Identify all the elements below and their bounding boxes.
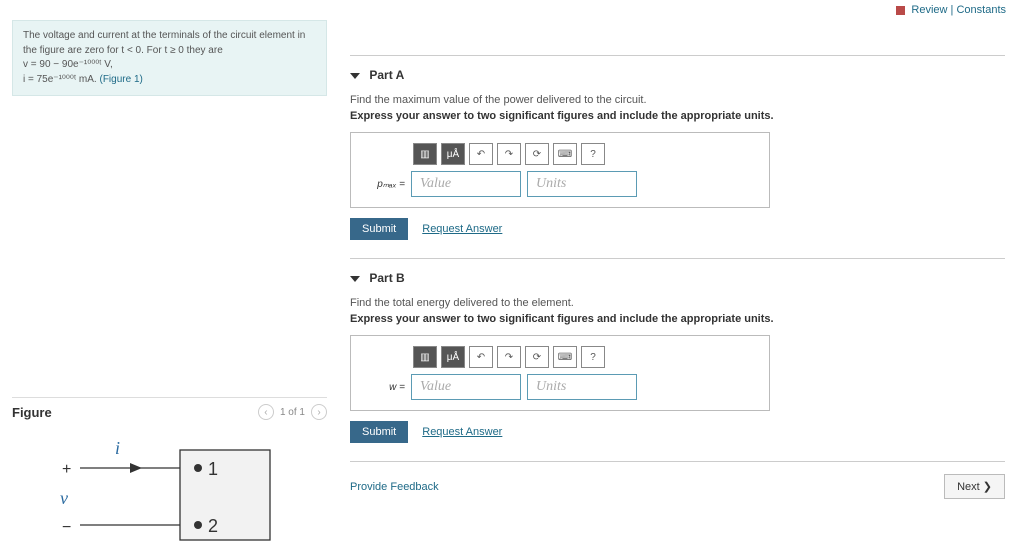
review-link[interactable]: Review (911, 4, 947, 16)
constants-link[interactable]: Constants (956, 4, 1006, 16)
undo-icon[interactable]: ↶ (469, 346, 493, 368)
part-a-question: Find the maximum value of the power deli… (350, 94, 1005, 106)
fraction-icon[interactable]: ▥ (413, 143, 437, 165)
part-b-submit-button[interactable]: Submit (350, 421, 408, 443)
reset-icon[interactable]: ⟳ (525, 143, 549, 165)
part-a-units-input[interactable]: Units (527, 171, 637, 197)
collapse-icon (350, 276, 360, 282)
part-b-hint: Express your answer to two significant f… (350, 313, 1005, 325)
help-icon[interactable]: ? (581, 143, 605, 165)
figure-next-button[interactable]: › (311, 404, 327, 420)
figure-prev-button[interactable]: ‹ (258, 404, 274, 420)
next-button[interactable]: Next ❯ (944, 474, 1005, 499)
problem-eq-v: v = 90 − 90e⁻¹⁰⁰⁰ᵗ V, (23, 58, 316, 73)
part-a-header[interactable]: Part A (350, 64, 1005, 92)
part-a-value-input[interactable]: Value (411, 171, 521, 197)
undo-icon[interactable]: ↶ (469, 143, 493, 165)
review-flag-icon (896, 6, 905, 15)
part-a-hint: Express your answer to two significant f… (350, 110, 1005, 122)
problem-eq-i: i = 75e⁻¹⁰⁰⁰ᵗ mA. (23, 74, 97, 85)
part-b-label: Part B (369, 271, 404, 285)
footer-row: Provide Feedback Next ❯ (350, 461, 1005, 499)
part-a-var-label: pₘₐₓ = (361, 179, 405, 190)
part-a-toolbar: ▥ μÅ ↶ ↷ ⟳ ⌨ ? (413, 143, 759, 165)
problem-line: The voltage and current at the terminals… (23, 29, 316, 58)
figure-diagram: i + v − 1 2 (30, 440, 280, 553)
keyboard-icon[interactable]: ⌨ (553, 346, 577, 368)
micro-a-icon[interactable]: μÅ (441, 143, 465, 165)
part-b-answer-box: ▥ μÅ ↶ ↷ ⟳ ⌨ ? w = Value Units (350, 335, 770, 411)
keyboard-icon[interactable]: ⌨ (553, 143, 577, 165)
redo-icon[interactable]: ↷ (497, 346, 521, 368)
label-i: i (115, 440, 120, 458)
part-b-header[interactable]: Part B (350, 267, 1005, 295)
part-b-request-answer[interactable]: Request Answer (422, 426, 502, 438)
provide-feedback-link[interactable]: Provide Feedback (350, 481, 439, 493)
part-b-value-input[interactable]: Value (411, 374, 521, 400)
figure-pager: ‹ 1 of 1 › (258, 404, 327, 420)
redo-icon[interactable]: ↷ (497, 143, 521, 165)
label-v: v (60, 488, 68, 508)
part-a: Part A Find the maximum value of the pow… (350, 55, 1005, 240)
part-a-request-answer[interactable]: Request Answer (422, 223, 502, 235)
part-b-var-label: w = (361, 382, 405, 393)
part-b-toolbar: ▥ μÅ ↶ ↷ ⟳ ⌨ ? (413, 346, 759, 368)
top-links: Review | Constants (896, 4, 1006, 16)
figure-header: Figure ‹ 1 of 1 › (12, 397, 327, 420)
figure-pager-text: 1 of 1 (280, 407, 305, 418)
part-b-question: Find the total energy delivered to the e… (350, 297, 1005, 309)
terminal-2: 2 (208, 516, 218, 536)
problem-statement: The voltage and current at the terminals… (12, 20, 327, 96)
figure-link[interactable]: (Figure 1) (99, 74, 142, 85)
terminal-1: 1 (208, 459, 218, 479)
part-a-answer-box: ▥ μÅ ↶ ↷ ⟳ ⌨ ? pₘₐₓ = Value Units (350, 132, 770, 208)
part-a-label: Part A (369, 68, 404, 82)
part-a-submit-button[interactable]: Submit (350, 218, 408, 240)
figure-title: Figure (12, 405, 52, 420)
part-b-units-input[interactable]: Units (527, 374, 637, 400)
help-icon[interactable]: ? (581, 346, 605, 368)
reset-icon[interactable]: ⟳ (525, 346, 549, 368)
fraction-icon[interactable]: ▥ (413, 346, 437, 368)
collapse-icon (350, 73, 360, 79)
micro-a-icon[interactable]: μÅ (441, 346, 465, 368)
minus-sign: − (62, 519, 71, 536)
plus-sign: + (62, 461, 71, 478)
part-b: Part B Find the total energy delivered t… (350, 258, 1005, 443)
